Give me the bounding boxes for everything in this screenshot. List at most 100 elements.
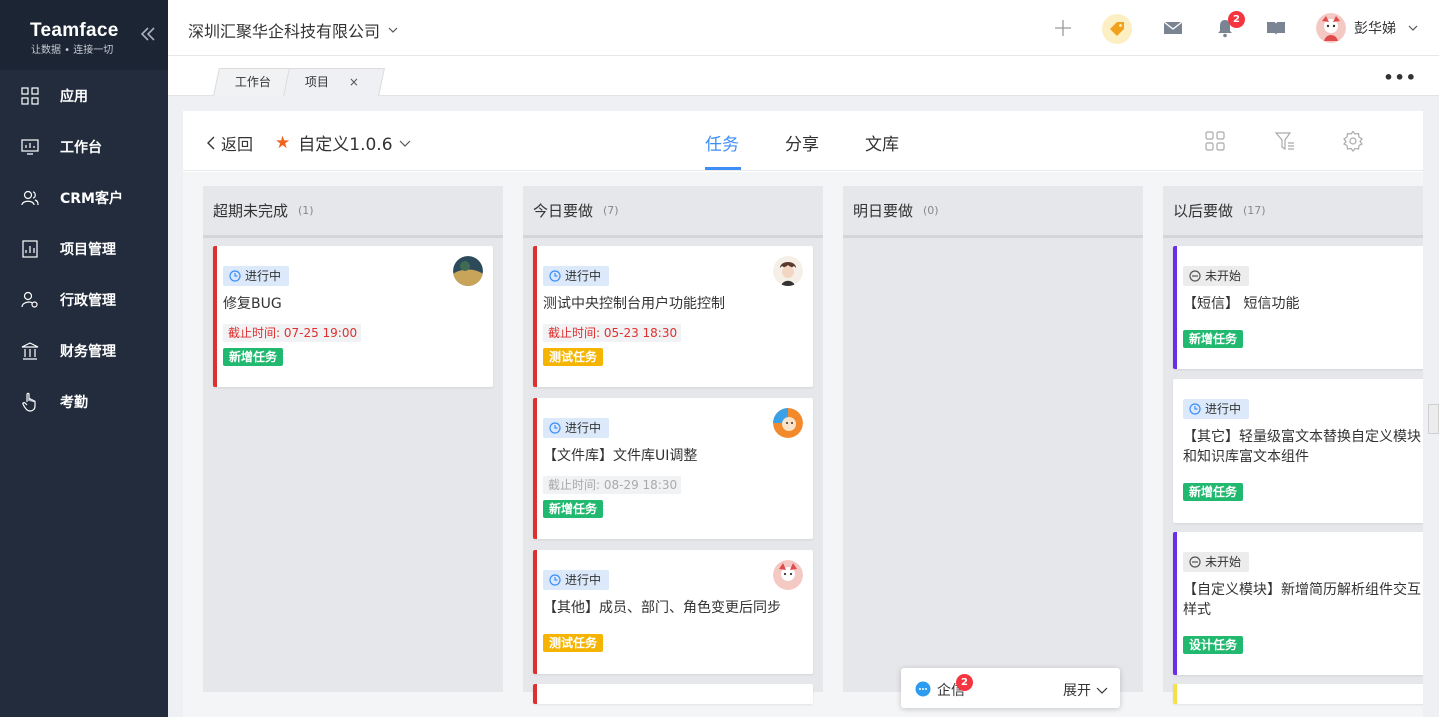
status-label: 进行中 [245,269,282,283]
clock-icon [549,422,561,434]
status-label: 进行中 [1205,402,1242,416]
task-card[interactable]: 进行中 修复BUG 截止时间: 07-25 19:00 新增任务 [213,246,493,387]
user-menu[interactable]: 彭华娣 [1316,13,1418,43]
user-name: 彭华娣 [1354,21,1396,37]
column-count: (1) [298,204,314,217]
not-started-icon [1189,270,1201,282]
task-tag: 新增任务 [1183,483,1244,501]
deadline: 截止时间: 05-23 18:30 [543,324,681,342]
task-card[interactable]: 进行中 测试中央控制台用户功能控制 截止时间: 05-23 18:30 测试任务 [533,246,813,387]
board-column-later: 以后要做 (17) 未开始 周守 【短信】 短信功能 新增任务 进行中 [1163,186,1423,704]
task-card[interactable]: 未开始 【自定义模块】新增简历解析组件交互样式 设计任务 [1173,532,1423,675]
sidebar-item-label: 考勤 [60,394,88,411]
assignee-avatar [773,560,803,590]
collapse-sidebar-icon[interactable] [138,24,158,44]
status-badge: 进行中 [543,570,610,590]
status-badge: 进行中 [1183,399,1250,419]
sidebar: Teamface 让数据 • 连接一切 应用 工作台 CRM客户 项目管理 行政… [0,0,168,717]
tab-library[interactable]: 文库 [865,130,899,155]
brand: Teamface 让数据 • 连接一切 [0,0,168,70]
sidebar-item-admin[interactable]: 行政管理 [0,274,168,325]
chevron-down-icon [1096,687,1108,694]
column-header: 超期未完成 (1) [203,186,503,238]
sidebar-item-label: 工作台 [60,139,102,156]
column-title: 明日要做 [853,202,914,220]
expand-button[interactable]: 展开 [1063,680,1108,700]
task-tag: 设计任务 [1183,636,1244,654]
sidebar-item-apps[interactable]: 应用 [0,70,168,121]
board-column-today: 今日要做 (7) 进行中 测试中央控制台用户功能控制 截止时间: 05-23 1… [523,186,823,704]
chevron-down-icon [399,140,410,147]
status-badge: 未开始 [1183,552,1250,572]
tab-workbench[interactable]: 工作台 [213,68,293,96]
tab-tasks[interactable]: 任务 [705,130,739,155]
task-title: 【自定义模块】新增简历解析组件交互样式 [1183,582,1421,618]
tag-icon[interactable] [1102,14,1132,44]
status-label: 进行中 [565,269,602,283]
task-tag: 新增任务 [223,348,284,366]
column-title: 超期未完成 [213,202,289,220]
task-card[interactable] [533,684,813,704]
back-label: 返回 [221,135,254,154]
tab-project[interactable]: 项目 × [283,68,385,96]
settings-gear-icon[interactable] [1342,130,1364,152]
clock-icon [1189,403,1201,415]
customers-icon [20,188,40,208]
brand-name: Teamface [30,20,119,41]
sidebar-item-label: 项目管理 [60,241,116,258]
active-tab-indicator [705,167,741,170]
column-count: (17) [1243,204,1266,217]
task-board: 超期未完成 (1) 进行中 修复BUG 截止时间: 07-25 19:00 新增… [183,172,1423,717]
sidebar-item-finance[interactable]: 财务管理 [0,325,168,376]
chevron-down-icon [388,27,398,33]
clock-icon [229,270,241,282]
top-bar: 深圳汇聚华企科技有限公司 2 彭华娣 [168,0,1439,56]
task-tag: 测试任务 [543,348,604,366]
sidebar-item-attendance[interactable]: 考勤 [0,376,168,427]
chevron-left-icon [207,136,215,150]
deadline: 截止时间: 07-25 19:00 [223,324,361,342]
assignee-avatar [453,256,483,286]
task-card[interactable]: 进行中 【其它】轻量级富文本替换自定义模块和知识库富文本组件 新增任务 [1173,379,1423,523]
book-icon[interactable] [1264,16,1288,40]
star-icon[interactable]: ★ [275,133,290,153]
status-label: 进行中 [565,421,602,435]
admin-icon [20,290,40,310]
board-column-tomorrow: 明日要做 (0) [843,186,1143,692]
task-card[interactable] [1173,684,1423,704]
filter-icon[interactable] [1274,130,1296,152]
tab-share[interactable]: 分享 [785,130,819,155]
sidebar-item-dashboard[interactable]: 工作台 [0,121,168,172]
dashboard-icon [20,137,40,157]
company-switcher[interactable]: 深圳汇聚华企科技有限公司 [188,18,398,42]
project-name: 自定义1.0.6 [298,135,393,155]
chat-widget[interactable]: 企信 2 展开 [901,668,1120,708]
project-selector[interactable]: ★ 自定义1.0.6 [275,130,411,155]
sidebar-item-crm[interactable]: CRM客户 [0,172,168,223]
task-tag: 测试任务 [543,634,604,652]
task-card[interactable]: 进行中 【其他】成员、部门、角色变更后同步 测试任务 [533,550,813,674]
back-button[interactable]: 返回 [205,131,253,155]
column-header: 今日要做 (7) [523,186,823,238]
task-card[interactable]: 未开始 周守 【短信】 短信功能 新增任务 [1173,246,1423,369]
sidebar-item-label: 财务管理 [60,343,116,360]
status-badge: 进行中 [543,266,610,286]
sidebar-item-label: CRM客户 [60,190,123,207]
close-tab-icon[interactable]: × [349,69,359,96]
status-label: 未开始 [1205,269,1242,283]
add-icon[interactable] [1051,16,1075,40]
scrollbar-handle[interactable] [1428,404,1439,434]
task-title: 【短信】 短信功能 [1183,296,1300,312]
more-icon[interactable]: ••• [1383,68,1417,87]
task-card[interactable]: 进行中 【文件库】文件库UI调整 截止时间: 08-29 18:30 新增任务 [533,398,813,539]
project-panel: 返回 ★ 自定义1.0.6 任务 分享 文库 超期未完成 (1) 进行中 修复B… [183,111,1423,717]
mail-icon[interactable] [1161,16,1185,40]
task-title: 【其它】轻量级富文本替换自定义模块和知识库富文本组件 [1183,429,1421,465]
chat-badge: 2 [956,674,973,691]
sidebar-item-project[interactable]: 项目管理 [0,223,168,274]
column-count: (7) [603,204,619,217]
clock-icon [549,270,561,282]
column-header: 明日要做 (0) [843,186,1143,238]
task-title: 【其他】成员、部门、角色变更后同步 [543,600,781,616]
grid-view-icon[interactable] [1204,130,1226,152]
